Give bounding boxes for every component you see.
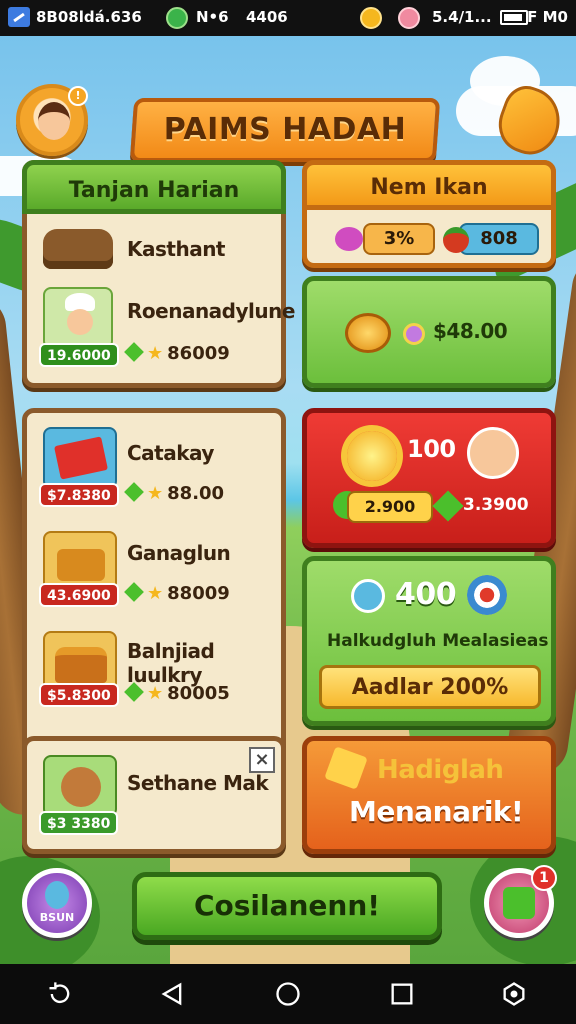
daily-item-name: Roenanadylune [127, 299, 295, 323]
shop-item-price: 43.6900 [39, 583, 119, 607]
extra-item-name: Sethane Mak [127, 771, 269, 795]
gold-coin-icon [360, 7, 382, 29]
green-offer-subtitle: Halkudgluh Mealasieas [327, 631, 549, 651]
gift-icon [503, 887, 535, 919]
shop-item-name: Ganaglun [127, 541, 231, 565]
green-offer-button[interactable]: Aadlar 200% [319, 665, 541, 709]
close-icon[interactable]: × [249, 747, 275, 773]
android-nav-bar [0, 964, 576, 1024]
candy-badge[interactable]: 3% [335, 223, 435, 255]
daily-panel-title: Tanjan Harian [68, 178, 240, 203]
leaf-icon [432, 490, 464, 522]
clock: F M0 [527, 8, 568, 26]
red-offer-right-value: 3.3900 [463, 495, 529, 515]
shop-item-reward: ★ 80005 [124, 682, 230, 704]
green-offer-amount: 400 [395, 577, 457, 612]
avatar-badge: ! [68, 86, 88, 106]
shop-item-reward: ★ 88.00 [124, 482, 224, 504]
shop-item-price: $7.8380 [39, 483, 119, 507]
battery-text: 5.4/1... [432, 8, 492, 26]
shop-item-reward: ★ 88009 [124, 582, 230, 604]
coin-stack-icon [345, 313, 391, 353]
daily-panel-header: Tanjan Harian [22, 160, 286, 214]
back-icon[interactable] [46, 980, 74, 1008]
status-bar: 8B08ldá.636 N•6 4406 5.4/1... F M0 [0, 0, 576, 36]
treasure-box-icon [43, 531, 117, 591]
tomato-badge[interactable]: 808 [443, 223, 539, 255]
home-circle-icon[interactable] [274, 980, 302, 1008]
red-offer-left-value: 2.900 [347, 491, 433, 523]
bonus-button[interactable]: BSUN [22, 868, 92, 938]
balloon-icon [45, 881, 69, 909]
star-burst-icon [324, 746, 368, 790]
daily-item-reward: ★ 86009 [124, 342, 230, 364]
game-scene: ! PAIMS HADAH Tanjan Harian Kasthant 19.… [0, 36, 576, 964]
shop-item-name: Balnjiad luulkry [127, 639, 215, 687]
home-triangle-icon[interactable] [158, 980, 186, 1008]
shop-item-name: Catakay [127, 441, 214, 465]
daily-panel: Tanjan Harian Kasthant 19.6000 Roenanady… [22, 160, 295, 388]
sun-icon [347, 431, 397, 481]
player-avatar-button[interactable]: ! [16, 84, 88, 156]
orange-offer-line1: Hadiglah [377, 755, 504, 785]
green-offer-panel: 400 Halkudgluh Mealasieas Aadlar 200% [302, 556, 556, 726]
player-portrait-icon [467, 427, 519, 479]
green-coin-icon [166, 7, 188, 29]
daily-item-name: Kasthant [127, 237, 226, 261]
extra-item-panel: $3 3380 Sethane Mak × [22, 736, 286, 854]
signal-text: 4406 [246, 8, 288, 26]
pink-coin-icon [398, 7, 420, 29]
orange-offer-panel[interactable]: Hadiglah Menanarik! [302, 736, 556, 854]
coin-offer-price: $48.00 [433, 319, 508, 343]
orange-offer-line2: Menanarik! [349, 795, 524, 828]
network-text: N•6 [196, 8, 229, 26]
chef-icon [43, 287, 113, 349]
new-panel-title: Nem Ikan [370, 175, 488, 200]
red-offer-panel[interactable]: 100 2.900 3.3900 [302, 408, 556, 548]
new-panel: Nem Ikan 3% 808 [302, 160, 556, 268]
battery-icon [500, 10, 528, 25]
cookie-icon [43, 755, 117, 817]
new-panel-header: Nem Ikan [302, 160, 556, 210]
target-icon [467, 575, 507, 615]
shop-panel: $7.8380 Catakay ★ 88.00 43.6900 Ganaglun … [22, 408, 286, 758]
status-left-text: 8B08ldá.636 [36, 8, 142, 26]
red-offer-amount: 100 [407, 435, 456, 463]
page-title: PAIMS HADAH [163, 112, 407, 147]
coin-small-icon [403, 323, 425, 345]
candy-icon [335, 227, 363, 251]
notification-badge: 1 [531, 865, 557, 891]
notification-button[interactable]: 1 [484, 865, 557, 938]
main-action-button[interactable]: Cosilanenn! [132, 872, 442, 940]
app-icon [8, 7, 30, 27]
assistant-icon[interactable] [500, 980, 528, 1008]
red-book-icon [43, 427, 117, 489]
shop-item-price: $5.8300 [39, 683, 119, 707]
coin-offer-panel[interactable]: $48.00 [302, 276, 556, 388]
recents-icon[interactable] [388, 980, 416, 1008]
timer-icon [351, 579, 385, 613]
tomato-icon [443, 227, 469, 253]
daily-item-price: 19.6000 [39, 343, 119, 367]
extra-item-price: $3 3380 [39, 811, 119, 835]
title-banner: PAIMS HADAH [129, 98, 441, 162]
avatar-icon [38, 102, 70, 140]
wood-pile-icon [43, 229, 113, 269]
